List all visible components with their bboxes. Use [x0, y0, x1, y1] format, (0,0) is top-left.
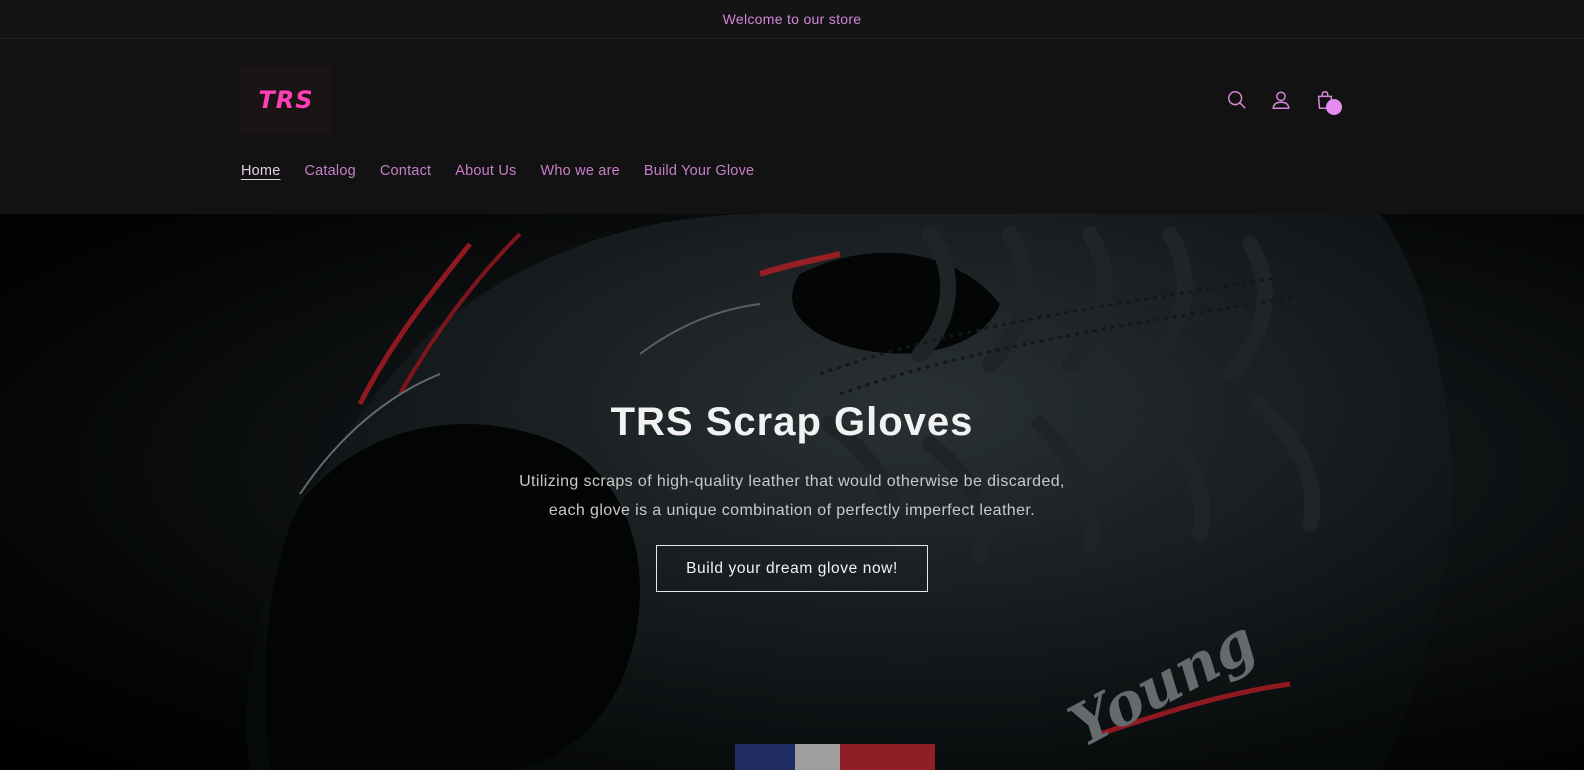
- logo-text: TRS: [258, 86, 314, 114]
- build-glove-cta-button[interactable]: Build your dream glove now!: [656, 545, 928, 592]
- cart-count-badge: [1326, 99, 1342, 115]
- site-header: TRS Home Catalog Contact About Us Who we…: [0, 39, 1584, 214]
- main-nav: Home Catalog Contact About Us Who we are…: [241, 163, 754, 179]
- hero-subtitle-line-1: Utilizing scraps of high-quality leather…: [519, 473, 1065, 490]
- nav-item-catalog[interactable]: Catalog: [304, 163, 355, 179]
- nav-item-home[interactable]: Home: [241, 163, 280, 179]
- hero-subtitle: Utilizing scraps of high-quality leather…: [0, 467, 1584, 525]
- announcement-text: Welcome to our store: [722, 11, 862, 27]
- nav-item-build-your-glove[interactable]: Build Your Glove: [644, 163, 754, 179]
- cart-button[interactable]: [1310, 85, 1342, 115]
- hero-content: TRS Scrap Gloves Utilizing scraps of hig…: [0, 400, 1584, 592]
- hero-banner: Young TRS Scrap Gloves Utilizing scraps …: [0, 214, 1584, 770]
- nav-item-contact[interactable]: Contact: [380, 163, 431, 179]
- search-button[interactable]: [1222, 85, 1252, 115]
- account-button[interactable]: [1266, 85, 1296, 115]
- nav-item-about-us[interactable]: About Us: [455, 163, 516, 179]
- search-icon: [1228, 91, 1246, 109]
- account-icon: [1272, 91, 1290, 109]
- announcement-bar: Welcome to our store: [0, 0, 1584, 39]
- hero-title: TRS Scrap Gloves: [610, 400, 974, 444]
- hero-subtitle-line-2: each glove is a unique combination of pe…: [548, 502, 1036, 519]
- nav-item-who-we-are[interactable]: Who we are: [541, 163, 620, 179]
- logo[interactable]: TRS: [241, 67, 331, 133]
- header-icons: [1222, 85, 1342, 115]
